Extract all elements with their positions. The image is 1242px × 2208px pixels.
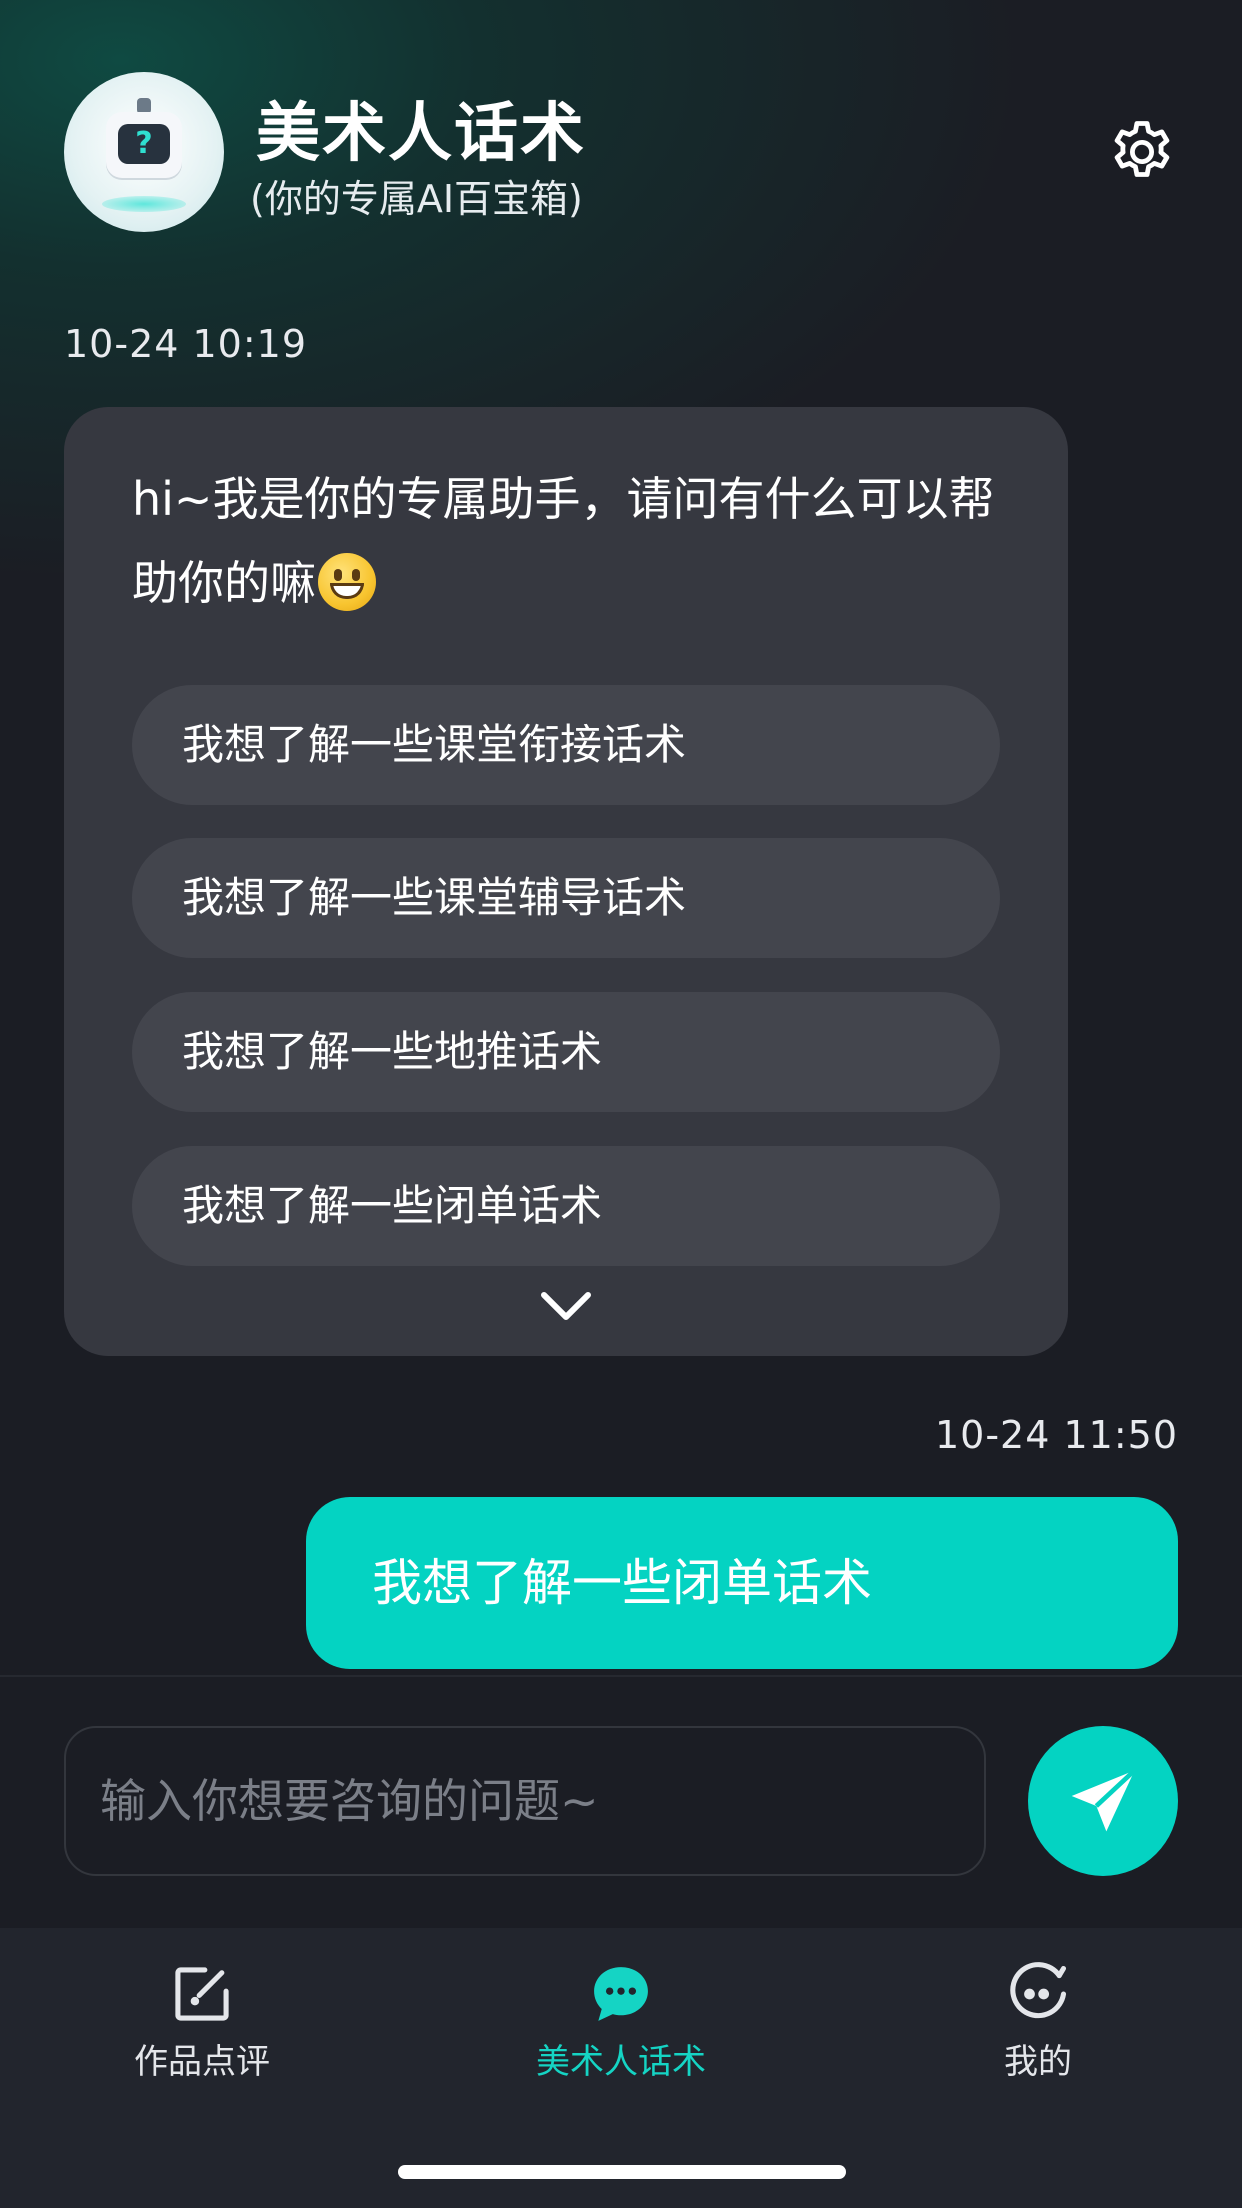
suggestion-chip[interactable]: 我想了解一些课堂辅导话术 [132,838,1000,958]
home-indicator[interactable] [398,2165,846,2179]
bot-greeting-text: hi~我是你的专属助手，请问有什么可以帮助你的嘛 [132,457,1012,625]
composer-divider [0,1675,1242,1677]
tab-works-review[interactable]: 作品点评 [52,1928,352,2098]
page-title: 美术人话术 [256,97,586,171]
edit-icon [175,1967,229,2021]
send-icon [1071,1768,1137,1832]
bot-message-timestamp: 10-24 10:19 [64,322,308,366]
tab-art-scripts[interactable]: 美术人话术 [471,1928,771,2098]
gear-icon [1114,121,1170,177]
tab-mine[interactable]: 我的 [888,1928,1188,2098]
suggestion-chip[interactable]: 我想了解一些地推话术 [132,992,1000,1112]
profile-face-icon [1010,1962,1067,2019]
app-header: ? 美术人话术 (你的专属AI百宝箱) [64,72,1178,232]
suggestion-chip[interactable]: 我想了解一些闭单话术 [132,1146,1000,1266]
robot-screen: ? [118,124,170,164]
tab-label: 美术人话术 [536,2042,706,2082]
chevron-down-icon[interactable] [536,1287,596,1327]
tab-label: 作品点评 [134,2042,270,2082]
settings-button[interactable] [1106,116,1178,188]
chat-bubble-icon [594,1967,648,2021]
robot-icon: ? [106,112,182,178]
tab-label: 我的 [1004,2042,1072,2082]
suggestion-chip[interactable]: 我想了解一些课堂衔接话术 [132,685,1000,805]
page-subtitle: (你的专属AI百宝箱) [250,177,583,221]
bot-message-bubble: hi~我是你的专属助手，请问有什么可以帮助你的嘛 我想了解一些课堂衔接话术 我想… [64,407,1068,1356]
question-input[interactable]: 输入你想要咨询的问题~ [64,1726,986,1876]
user-message-bubble: 我想了解一些闭单话术 [306,1497,1178,1669]
user-message-timestamp: 10-24 11:50 [934,1413,1178,1457]
robot-glow-base [102,196,186,212]
send-button[interactable] [1028,1726,1178,1876]
bot-greeting-label: hi~我是你的专属助手，请问有什么可以帮助你的嘛 [132,472,995,610]
assistant-avatar[interactable]: ? [64,72,224,232]
grinning-face-icon [318,553,376,611]
